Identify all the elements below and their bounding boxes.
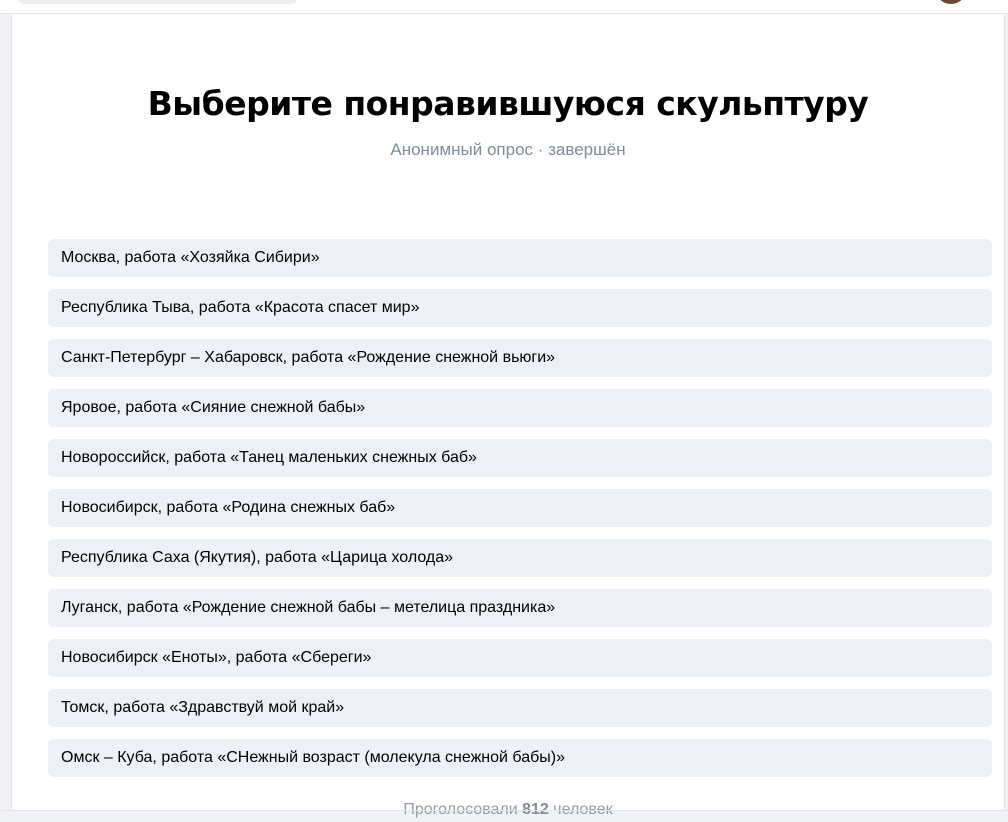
poll-option-label: Республика Тыва, работа «Красота спасет … [61,299,420,316]
poll-option-label: Санкт-Петербург – Хабаровск, работа «Рож… [61,349,556,366]
poll-option-label: Новороссийск, работа «Танец маленьких сн… [61,449,477,466]
poll-option-label: Республика Саха (Якутия), работа «Царица… [61,549,454,566]
poll-option[interactable]: Омск – Куба, работа «СНежный возраст (мо… [48,739,992,777]
poll-option-label: Томск, работа «Здравствуй мой край» [61,699,345,716]
poll-option[interactable]: Санкт-Петербург – Хабаровск, работа «Рож… [48,339,992,377]
search-input[interactable] [18,0,298,4]
poll-option[interactable]: Новороссийск, работа «Танец маленьких сн… [48,439,992,477]
poll-option[interactable]: Республика Саха (Якутия), работа «Царица… [48,539,992,577]
poll-options: Москва, работа «Хозяйка Сибири» Республи… [48,239,992,789]
poll-option[interactable]: Новосибирск, работа «Родина снежных баб» [48,489,992,527]
poll-option[interactable]: Москва, работа «Хозяйка Сибири» [48,239,992,277]
poll-title: Выберите понравившуюся скульптуру [147,84,869,123]
divider [0,810,1008,811]
top-bar [0,0,1008,14]
poll-option-label: Омск – Куба, работа «СНежный возраст (мо… [61,749,565,766]
avatar[interactable] [937,0,965,4]
poll-option[interactable]: Томск, работа «Здравствуй мой край» [48,689,992,727]
poll-option[interactable]: Республика Тыва, работа «Красота спасет … [48,289,992,327]
poll-subtitle: Анонимный опрос · завершён [390,140,626,159]
poll-option-label: Новосибирск, работа «Родина снежных баб» [61,499,396,516]
poll-option[interactable]: Яровое, работа «Сияние снежной бабы» [48,389,992,427]
poll-card: Выберите понравившуюся скульптуру Аноним… [11,14,1005,818]
poll-option-label: Яровое, работа «Сияние снежной бабы» [61,399,366,416]
poll-option[interactable]: Новосибирск «Еноты», работа «Сбереги» [48,639,992,677]
poll-option-label: Луганск, работа «Рождение снежной бабы –… [61,599,556,616]
poll-option-label: Москва, работа «Хозяйка Сибири» [61,249,320,266]
poll-option[interactable]: Луганск, работа «Рождение снежной бабы –… [48,589,992,627]
poll-option-label: Новосибирск «Еноты», работа «Сбереги» [61,649,372,666]
